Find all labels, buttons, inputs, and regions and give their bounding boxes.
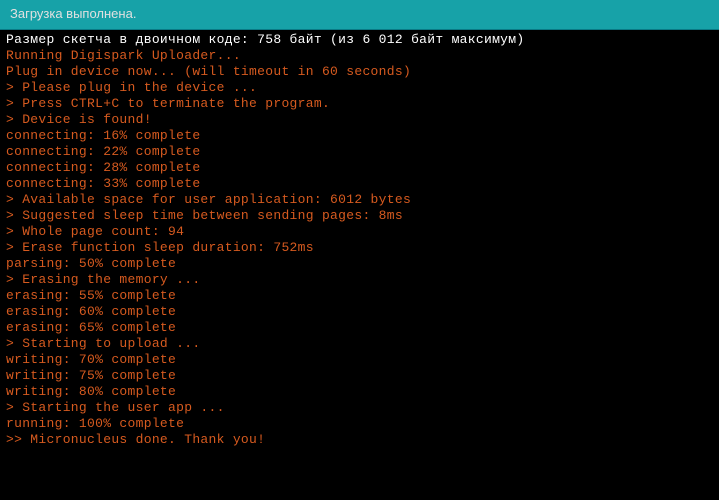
log-line: > Please plug in the device ... [6,80,713,96]
log-line: connecting: 33% complete [6,176,713,192]
log-lines: Running Digispark Uploader...Plug in dev… [6,48,713,448]
log-line: erasing: 60% complete [6,304,713,320]
console-output: Размер скетча в двоичном коде: 758 байт … [0,30,719,450]
log-line: writing: 80% complete [6,384,713,400]
log-line: > Whole page count: 94 [6,224,713,240]
log-line: Plug in device now... (will timeout in 6… [6,64,713,80]
log-line: connecting: 28% complete [6,160,713,176]
log-line: running: 100% complete [6,416,713,432]
log-line: > Available space for user application: … [6,192,713,208]
log-line: > Starting to upload ... [6,336,713,352]
log-line: > Starting the user app ... [6,400,713,416]
log-line: > Erasing the memory ... [6,272,713,288]
log-line: writing: 75% complete [6,368,713,384]
log-line: writing: 70% complete [6,352,713,368]
sketch-size-line: Размер скетча в двоичном коде: 758 байт … [6,32,713,48]
log-line: > Device is found! [6,112,713,128]
log-line: > Suggested sleep time between sending p… [6,208,713,224]
status-header: Загрузка выполнена. [0,0,719,30]
log-line: Running Digispark Uploader... [6,48,713,64]
log-line: parsing: 50% complete [6,256,713,272]
log-line: erasing: 55% complete [6,288,713,304]
log-line: erasing: 65% complete [6,320,713,336]
log-line: > Press CTRL+C to terminate the program. [6,96,713,112]
log-line: connecting: 16% complete [6,128,713,144]
log-line: >> Micronucleus done. Thank you! [6,432,713,448]
log-line: > Erase function sleep duration: 752ms [6,240,713,256]
status-text: Загрузка выполнена. [10,6,136,21]
log-line: connecting: 22% complete [6,144,713,160]
